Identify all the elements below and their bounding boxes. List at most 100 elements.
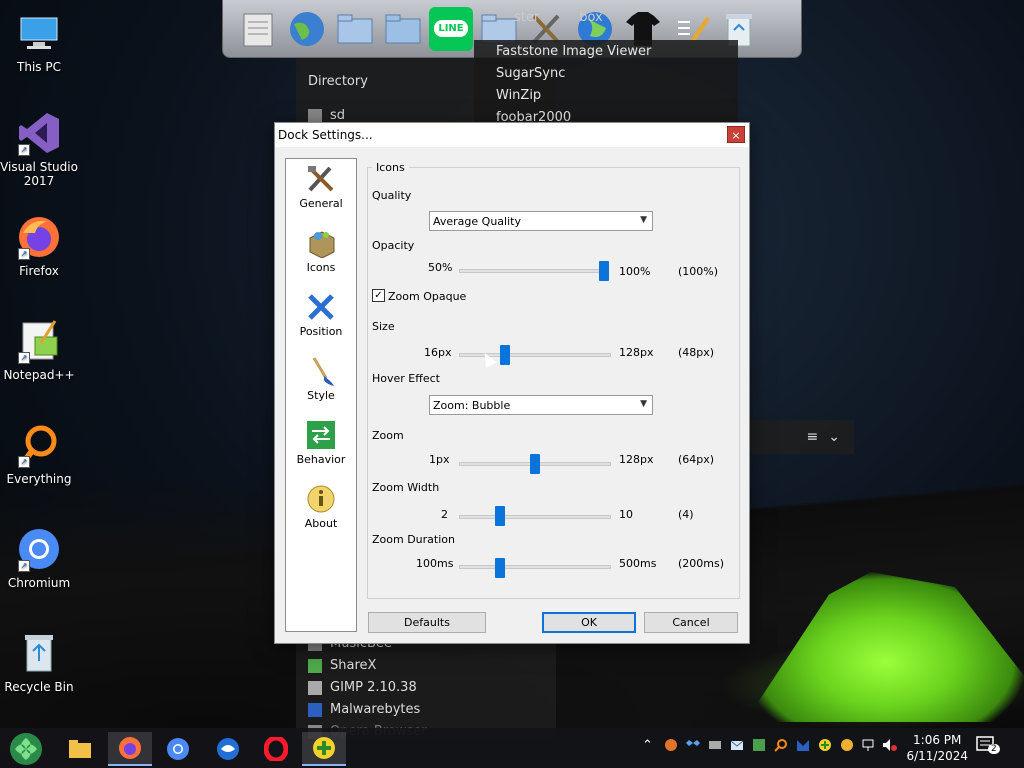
desktop-icon-label: Everything <box>6 472 72 486</box>
hover-effect-select[interactable]: Zoom: Bubble ▼ <box>429 395 653 415</box>
desktop-icon-recycle-bin[interactable]: Recycle Bin <box>0 630 78 694</box>
dialog-titlebar[interactable]: Dock Settings... <box>275 123 749 147</box>
zoom-slider-thumb[interactable] <box>530 454 540 474</box>
dropbox-icon[interactable] <box>686 738 700 756</box>
volume-muted-icon[interactable] <box>882 738 898 756</box>
chevron-down-icon: ▼ <box>640 399 647 409</box>
network-icon[interactable] <box>862 738 876 756</box>
size-label: Size <box>372 320 395 333</box>
folder-icon[interactable] <box>381 7 425 51</box>
info-icon <box>305 483 337 515</box>
desktop-icon-visual-studio[interactable]: ↗ Visual Studio 2017 <box>0 110 78 188</box>
sidebar-item-style[interactable]: Style <box>286 355 356 402</box>
size-max-label: 128px <box>619 346 654 359</box>
sidebar-item-icons[interactable]: Icons <box>286 227 356 274</box>
settings-sidebar: General Icons Position Style Behavior Ab… <box>285 158 357 632</box>
cancel-button[interactable]: Cancel <box>644 612 738 633</box>
zoom-duration-slider-track[interactable] <box>459 565 611 569</box>
file-explorer-icon[interactable] <box>58 732 102 766</box>
chevron-down-icon[interactable]: ⌄ <box>828 429 840 445</box>
dialog-title: Dock Settings... <box>278 128 373 142</box>
shortcut-arrow-icon: ↗ <box>18 560 30 572</box>
menu-item-sharex[interactable]: ShareX <box>308 658 376 673</box>
zoom-width-min-label: 2 <box>441 508 448 521</box>
notification-badge: 2 <box>988 744 1000 754</box>
desktop-icon-chromium[interactable]: ↗ Chromium <box>0 526 78 590</box>
close-button[interactable]: × <box>727 126 745 143</box>
dock-settings-dialog: Dock Settings... × General Icons Positio… <box>274 122 750 644</box>
directory-header: Directory <box>308 74 368 89</box>
sidebar-item-general[interactable]: General <box>286 163 356 210</box>
notepad-icon[interactable] <box>237 7 281 51</box>
dock-app-icon[interactable] <box>302 732 346 766</box>
dock-tray-icon[interactable] <box>818 738 832 756</box>
menu-icon[interactable]: ≡ <box>807 429 819 445</box>
tray-app-icon[interactable] <box>840 738 854 756</box>
taskbar-clock[interactable]: 1:06 PM 6/11/2024 <box>906 732 968 764</box>
thunderbird-icon[interactable] <box>206 732 250 766</box>
malwarebytes-icon[interactable] <box>796 738 810 756</box>
folder-icon[interactable] <box>333 7 377 51</box>
zoom-duration-min-label: 100ms <box>416 557 454 570</box>
opera-icon[interactable] <box>254 732 298 766</box>
search-icon[interactable] <box>774 738 788 756</box>
hover-effect-label: Hover Effect <box>372 372 440 385</box>
desktop-icon-firefox[interactable]: ↗ Firefox <box>0 214 78 278</box>
opacity-slider-thumb[interactable] <box>599 261 609 281</box>
quality-value: Average Quality <box>433 214 521 228</box>
desktop-icon-this-pc[interactable]: This PC <box>0 10 78 74</box>
shortcut-arrow-icon: ↗ <box>18 144 30 156</box>
zoom-width-slider-track[interactable] <box>459 515 611 519</box>
notepad-tray-icon[interactable] <box>752 738 766 756</box>
network-drive-icon[interactable] <box>708 738 722 756</box>
sidebar-item-behavior[interactable]: Behavior <box>286 419 356 466</box>
menu-item-malwarebytes[interactable]: Malwarebytes <box>308 702 420 717</box>
notification-center-icon[interactable]: 2 <box>976 736 1000 760</box>
opacity-min-label: 50% <box>428 261 453 274</box>
line-icon[interactable]: LINE <box>429 6 473 51</box>
menu-item-label: Malwarebytes <box>330 702 421 717</box>
zoom-duration-slider-thumb[interactable] <box>494 558 505 578</box>
background-toolbar: ≡ ⌄ <box>750 420 854 454</box>
zoom-width-label: Zoom Width <box>372 481 440 494</box>
opacity-max-label: 100% <box>619 265 651 278</box>
opacity-current-value: (100%) <box>678 265 719 278</box>
start-button[interactable] <box>4 732 48 766</box>
quality-select[interactable]: Average Quality ▼ <box>429 211 653 231</box>
mail-icon[interactable] <box>730 738 744 756</box>
gimp-icon <box>308 680 322 695</box>
defaults-button[interactable]: Defaults <box>368 612 486 633</box>
size-slider-thumb[interactable] <box>500 345 511 365</box>
sidebar-item-position[interactable]: Position <box>286 291 356 338</box>
tray-app-icon[interactable] <box>664 738 678 756</box>
zoom-max-label: 128px <box>619 453 654 466</box>
menu-item-gimp[interactable]: GIMP 2.10.38 <box>308 680 417 695</box>
zoom-opaque-checkbox[interactable]: ✓ <box>372 289 385 302</box>
size-min-label: 16px <box>424 346 452 359</box>
firefox-icon[interactable] <box>108 732 152 766</box>
taskbar: ⌃ 1:06 PM 6/11/2024 2 <box>0 728 1024 768</box>
zoom-current-value: (64px) <box>678 453 715 466</box>
menu-item-faststone[interactable]: Faststone Image Viewer <box>486 44 651 59</box>
context-menu-panel: ster box Faststone Image Viewer SugarSync… <box>474 10 738 128</box>
chromium-icon[interactable] <box>156 732 200 766</box>
desktop-icon-everything[interactable]: ↗ Everything <box>0 422 78 486</box>
globe-icon[interactable] <box>285 7 329 51</box>
group-title: Icons <box>372 161 409 174</box>
menu-item-sugarsync[interactable]: SugarSync <box>486 66 565 81</box>
menu-item-label: ShareX <box>330 658 377 673</box>
notepad-icon: ↗ <box>16 318 62 364</box>
opacity-slider-track[interactable] <box>459 269 609 273</box>
sidebar-item-about[interactable]: About <box>286 483 356 530</box>
menu-item-sd[interactable]: sd <box>308 108 345 123</box>
chevron-up-icon[interactable]: ⌃ <box>642 738 653 753</box>
menu-item-winzip[interactable]: WinZip <box>486 88 541 103</box>
ok-button[interactable]: OK <box>542 612 636 633</box>
desktop-icon-notepad[interactable]: ↗ Notepad++ <box>0 318 78 382</box>
shortcut-arrow-icon: ↗ <box>18 352 30 364</box>
malwarebytes-icon <box>308 702 322 717</box>
switch-icon <box>305 419 337 451</box>
zoom-width-slider-thumb[interactable] <box>494 506 505 526</box>
zoom-width-max-label: 10 <box>619 508 633 521</box>
desktop-icon-label: Visual Studio 2017 <box>0 160 78 188</box>
